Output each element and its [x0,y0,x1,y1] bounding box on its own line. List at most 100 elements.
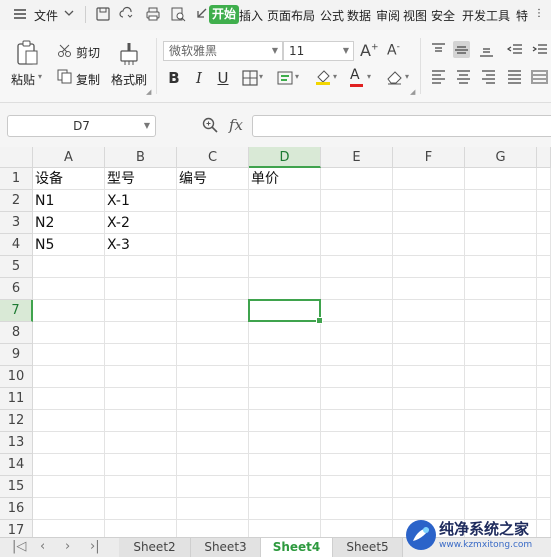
cell-partial[interactable] [537,366,551,388]
cell-b7[interactable] [105,300,177,322]
tab-sheet3[interactable]: Sheet3 [191,538,261,557]
row-header-17[interactable]: 17 [0,520,33,537]
justify-icon[interactable] [506,68,523,85]
conditional-format-icon[interactable] [277,70,294,89]
cell-a8[interactable] [33,322,105,344]
row-header-2[interactable]: 2 [0,190,33,212]
cell-c5[interactable] [177,256,249,278]
cell-d7[interactable] [249,300,321,322]
cell-a3[interactable]: N2 [33,212,105,234]
cell-b17[interactable] [105,520,177,537]
cell-b6[interactable] [105,278,177,300]
cell-c4[interactable] [177,234,249,256]
tab-sheet4[interactable]: Sheet4 [261,538,333,557]
fill-color-icon[interactable] [314,68,332,89]
dialog-launcher-icon[interactable]: ◢ [410,88,415,96]
row-header-5[interactable]: 5 [0,256,33,278]
cell-d14[interactable] [249,454,321,476]
more-tabs-icon[interactable]: ⋮ [534,8,544,19]
column-header-f[interactable]: F [393,147,465,168]
cell-d5[interactable] [249,256,321,278]
cell-a4[interactable]: N5 [33,234,105,256]
cell-f11[interactable] [393,388,465,410]
cell-b3[interactable]: X-2 [105,212,177,234]
paste-dropdown-icon[interactable]: ▾ [38,72,42,81]
first-sheet-icon[interactable]: |◁ [12,539,26,554]
cell-d17[interactable] [249,520,321,537]
font-name-select[interactable]: 微软雅黑 ▼ [163,41,283,61]
cell-a9[interactable] [33,344,105,366]
tab-sheet5[interactable]: Sheet5 [333,538,403,557]
tab-sheet2[interactable]: Sheet2 [119,538,191,557]
column-header-c[interactable]: C [177,147,249,168]
row-header-4[interactable]: 4 [0,234,33,256]
cell-a12[interactable] [33,410,105,432]
cell-c8[interactable] [177,322,249,344]
copy-icon[interactable] [57,69,72,87]
cell-c2[interactable] [177,190,249,212]
print-preview-icon[interactable] [170,6,186,22]
cell-partial[interactable] [537,168,551,190]
cloud-sync-icon[interactable] [119,6,135,22]
distributed-align-icon[interactable] [531,68,548,85]
cell-partial[interactable] [537,454,551,476]
column-header-e[interactable]: E [321,147,393,168]
cell-g14[interactable] [465,454,537,476]
zoom-search-icon[interactable] [201,116,219,137]
cell-g9[interactable] [465,344,537,366]
tab-data[interactable]: 数据 [347,7,371,24]
cell-a17[interactable] [33,520,105,537]
borders-icon[interactable] [242,70,258,89]
cell-partial[interactable] [537,388,551,410]
grow-font-button[interactable]: A+ [360,41,379,60]
chevron-down-icon[interactable]: ▾ [259,72,263,81]
tab-security[interactable]: 安全 [431,7,455,24]
cell-d16[interactable] [249,498,321,520]
cell-b12[interactable] [105,410,177,432]
cell-d12[interactable] [249,410,321,432]
cell-g11[interactable] [465,388,537,410]
cell-c9[interactable] [177,344,249,366]
cell-e5[interactable] [321,256,393,278]
align-right-icon[interactable] [480,68,497,85]
cell-b15[interactable] [105,476,177,498]
cell-b14[interactable] [105,454,177,476]
cell-b4[interactable]: X-3 [105,234,177,256]
font-color-button[interactable]: A [350,67,363,87]
tab-home[interactable]: 开始 [209,5,240,24]
copy-button[interactable]: 复制 [76,71,100,88]
save-icon[interactable] [95,6,111,22]
cell-partial[interactable] [537,476,551,498]
row-header-10[interactable]: 10 [0,366,33,388]
eraser-icon[interactable] [386,69,403,88]
cell-e7[interactable] [321,300,393,322]
cell-partial[interactable] [537,300,551,322]
cell-f6[interactable] [393,278,465,300]
cell-partial[interactable] [537,190,551,212]
cell-c11[interactable] [177,388,249,410]
increase-indent-icon[interactable] [531,41,548,58]
cell-a5[interactable] [33,256,105,278]
cell-d11[interactable] [249,388,321,410]
column-header-d[interactable]: D [249,147,321,168]
cell-partial[interactable] [537,212,551,234]
cell-e13[interactable] [321,432,393,454]
cell-g12[interactable] [465,410,537,432]
cell-e16[interactable] [321,498,393,520]
row-header-9[interactable]: 9 [0,344,33,366]
cell-partial[interactable] [537,344,551,366]
cell-d13[interactable] [249,432,321,454]
chevron-down-icon[interactable]: ▾ [367,72,371,81]
cell-a13[interactable] [33,432,105,454]
row-header-1[interactable]: 1 [0,168,33,190]
cell-f10[interactable] [393,366,465,388]
decrease-indent-icon[interactable] [506,41,523,58]
cell-b9[interactable] [105,344,177,366]
cell-c17[interactable] [177,520,249,537]
row-header-13[interactable]: 13 [0,432,33,454]
cell-b1[interactable]: 型号 [105,168,177,190]
cell-g6[interactable] [465,278,537,300]
cell-b8[interactable] [105,322,177,344]
paste-button[interactable]: 粘贴 [11,71,35,88]
cell-a14[interactable] [33,454,105,476]
